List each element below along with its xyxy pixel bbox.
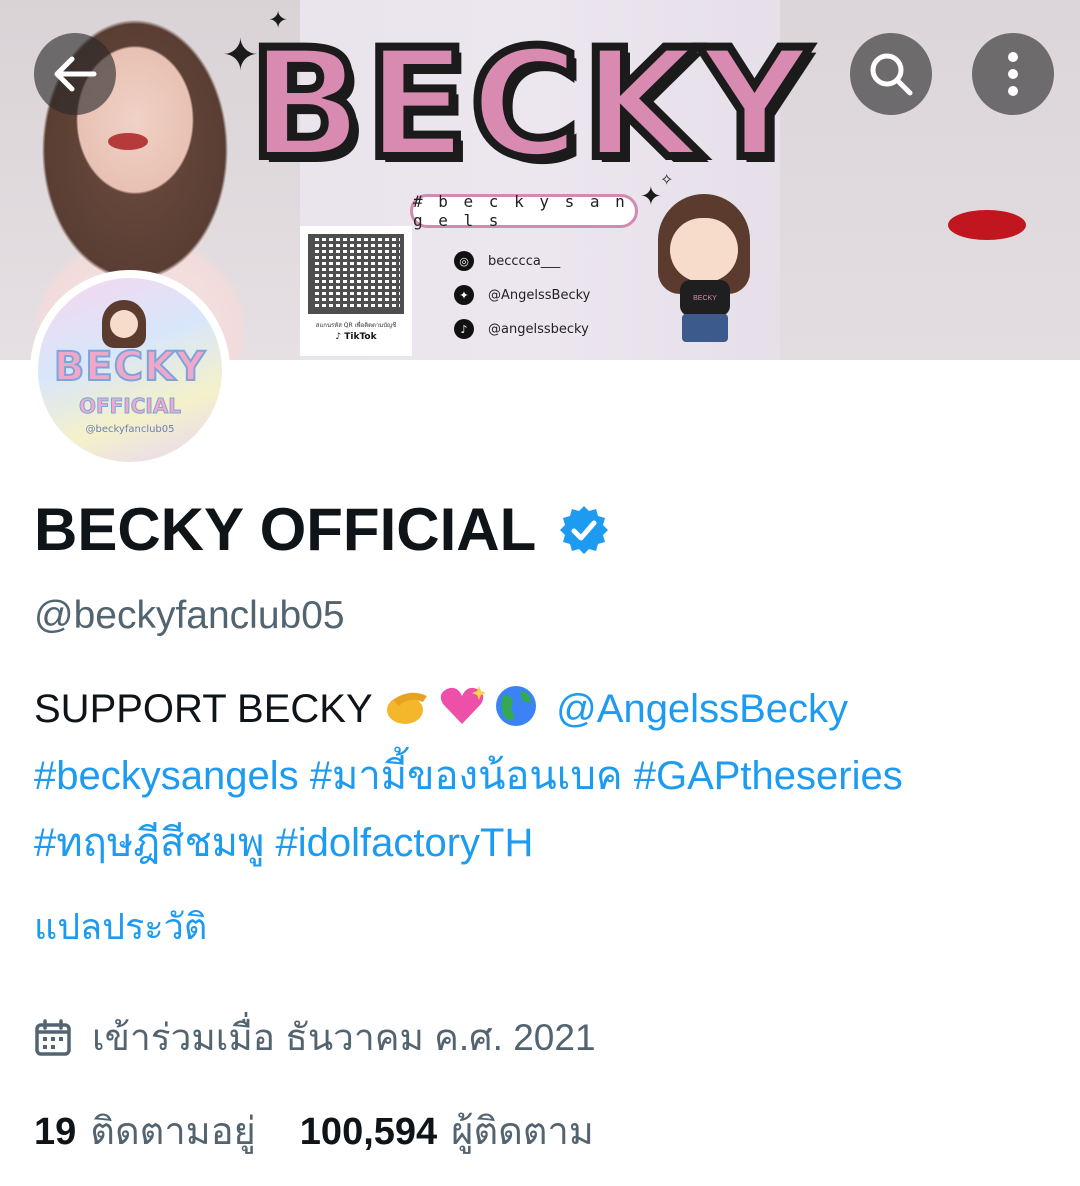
social-twitter-text: @AngelssBecky <box>488 287 591 303</box>
display-name-text: BECKY OFFICIAL <box>34 496 537 563</box>
bio-hashtags-line-1[interactable]: #beckysangels #มามี้ของน้อนเบค #GAPthese… <box>34 743 1054 810</box>
joined-date-text: เข้าร่วมเมื่อ ธันวาคม ค.ศ. 2021 <box>92 1017 596 1058</box>
more-options-button[interactable] <box>972 33 1054 115</box>
search-icon <box>870 53 913 96</box>
chibi-shirt-text: BECKY <box>680 280 730 316</box>
followers-count: 100,594 <box>299 1111 438 1153</box>
back-arrow-icon <box>54 56 97 92</box>
followers-label: ผู้ติดตาม <box>451 1111 594 1153</box>
following-stat[interactable]: 19 ติดตามอยู่ <box>34 1100 256 1161</box>
banner-title: BECKY <box>245 18 813 192</box>
qr-caption: สแกนรหัส QR เพื่อติดตามบัญชี <box>315 322 397 329</box>
tiktok-icon: ♪ <box>454 319 474 339</box>
bio-mention-link[interactable]: @AngelssBecky <box>556 687 848 731</box>
bio-line-1: SUPPORT BECKY @AngelssBecky <box>34 676 1054 743</box>
sparkling-heart-emoji-icon <box>440 686 487 724</box>
verified-badge-icon[interactable] <box>558 504 610 556</box>
instagram-icon: ◎ <box>454 251 474 271</box>
qr-code-card: สแกนรหัส QR เพื่อติดตามบัญชี ♪ TikTok <box>300 226 412 356</box>
profile-avatar[interactable]: BECKY OFFICIAL @beckyfanclub05 <box>30 270 230 470</box>
followers-stat[interactable]: 100,594 ผู้ติดตาม <box>300 1100 594 1161</box>
translate-bio-link[interactable]: แปลประวัติ <box>34 898 207 955</box>
banner-photo-right-lips <box>948 210 1026 240</box>
bio-text: SUPPORT BECKY <box>34 687 384 731</box>
more-vertical-icon <box>1008 52 1018 96</box>
banner-chibi-illustration: BECKY <box>650 188 760 348</box>
avatar-image: BECKY OFFICIAL @beckyfanclub05 <box>38 278 222 462</box>
globe-emoji-icon <box>496 686 537 726</box>
pinching-hand-emoji-icon <box>387 692 428 724</box>
qr-code <box>308 234 404 314</box>
social-row-twitter: ✦ @AngelssBecky <box>454 278 590 312</box>
profile-bio: SUPPORT BECKY @AngelssBecky #beckysangel… <box>34 676 1054 877</box>
profile-handle: @beckyfanclub05 <box>34 594 345 637</box>
qr-tiktok-label: ♪ TikTok <box>335 332 377 342</box>
bio-hashtags-line-2[interactable]: #ทฤษฎีสีชมพู #idolfactoryTH <box>34 810 1054 877</box>
joined-date: เข้าร่วมเมื่อ ธันวาคม ค.ศ. 2021 <box>34 1008 596 1067</box>
qr-tiktok-text: TikTok <box>344 332 377 342</box>
profile-display-name: BECKY OFFICIAL <box>34 500 610 560</box>
follow-stats: 19 ติดตามอยู่ 100,594 ผู้ติดตาม <box>34 1100 638 1161</box>
banner-photo-left-lips <box>108 133 148 150</box>
avatar-sub-text: OFFICIAL <box>78 394 182 419</box>
avatar-name-text: BECKY <box>53 343 207 391</box>
calendar-icon <box>35 1018 71 1056</box>
following-count: 19 <box>34 1111 77 1153</box>
twitter-icon: ✦ <box>454 285 474 305</box>
social-tiktok-text: @angelssbecky <box>488 321 589 337</box>
social-row-instagram: ◎ becccca___ <box>454 244 590 278</box>
banner-hashtag: # b e c k y s a n g e l s <box>410 192 638 230</box>
social-row-tiktok: ♪ @angelssbecky <box>454 312 590 346</box>
following-label: ติดตามอยู่ <box>90 1111 256 1153</box>
avatar-handle-text: @beckyfanclub05 <box>85 424 175 435</box>
banner-social-list: ◎ becccca___ ✦ @AngelssBecky ♪ @angelssb… <box>454 244 590 346</box>
back-button[interactable] <box>34 33 116 115</box>
social-instagram-text: becccca___ <box>488 253 561 269</box>
search-button[interactable] <box>850 33 932 115</box>
